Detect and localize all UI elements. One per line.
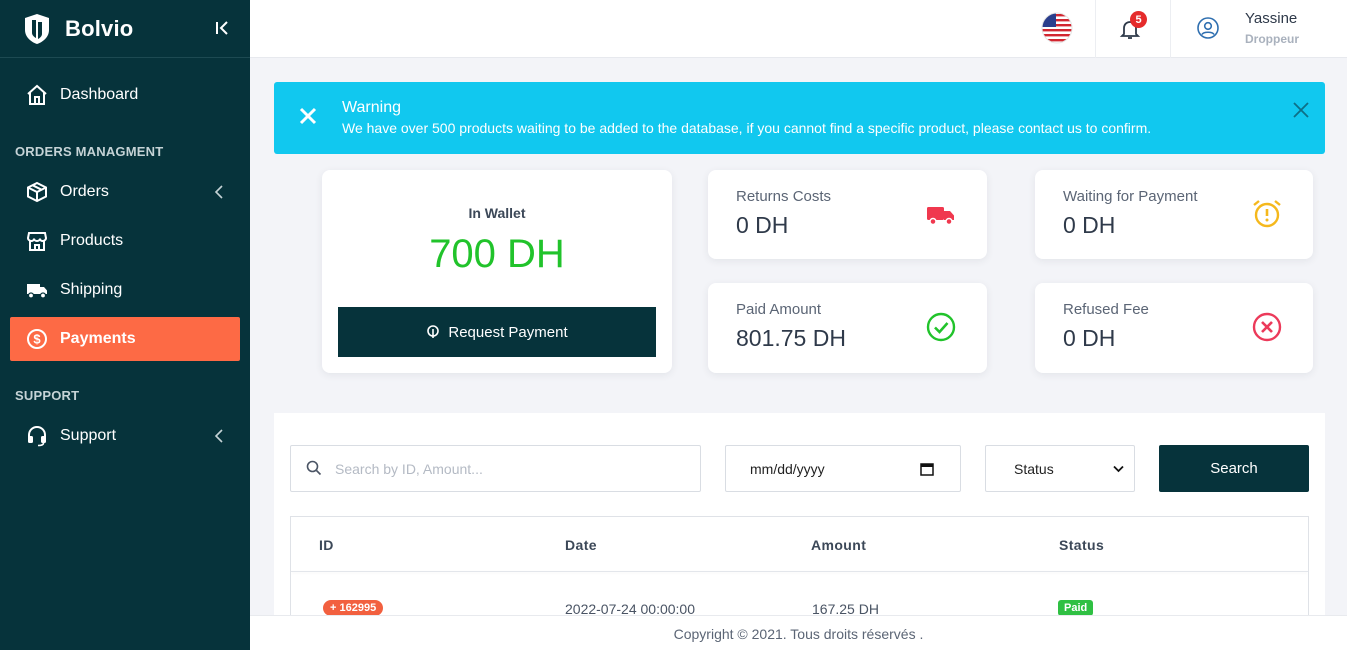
sidebar-item-shipping[interactable]: Shipping bbox=[10, 268, 240, 312]
section-title-support: SUPPORT bbox=[15, 388, 80, 403]
column-header-date[interactable]: Date bbox=[565, 537, 597, 553]
stat-value: 0 DH bbox=[736, 212, 789, 238]
stat-label: Waiting for Payment bbox=[1063, 188, 1198, 205]
chevron-left-icon bbox=[214, 429, 223, 443]
status-selected: Status bbox=[1014, 460, 1054, 477]
close-icon[interactable] bbox=[1291, 100, 1311, 120]
sidebar-item-orders[interactable]: Orders bbox=[10, 170, 240, 214]
request-payment-label: Request Payment bbox=[448, 323, 568, 341]
wallet-card: In Wallet 700 DH Request Payment bbox=[322, 170, 672, 373]
column-header-id[interactable]: ID bbox=[319, 537, 334, 553]
search-button[interactable]: Search bbox=[1159, 445, 1309, 492]
header-divider bbox=[291, 571, 1308, 572]
check-circle-icon bbox=[926, 312, 956, 342]
close-x-icon bbox=[299, 107, 317, 125]
search-box bbox=[290, 445, 701, 492]
alert-message: We have over 500 products waiting to be … bbox=[342, 120, 1152, 136]
copyright-text: Copyright © 2021. Tous droits réservés . bbox=[673, 626, 924, 642]
column-header-amount[interactable]: Amount bbox=[811, 537, 866, 553]
sidebar-item-payments[interactable]: $ Payments bbox=[10, 317, 240, 361]
svg-text:$: $ bbox=[33, 332, 41, 347]
payment-icon bbox=[427, 325, 440, 338]
user-icon[interactable] bbox=[1196, 16, 1220, 40]
chevron-down-icon bbox=[1113, 465, 1124, 473]
box-icon bbox=[26, 181, 48, 203]
sidebar: Bolvio Dashboard ORDERS MANAGMENT Orders… bbox=[0, 0, 250, 650]
search-icon bbox=[306, 460, 322, 476]
stat-value: 0 DH bbox=[1063, 325, 1116, 351]
stat-value: 0 DH bbox=[1063, 212, 1116, 238]
user-role: Droppeur bbox=[1245, 32, 1299, 46]
alert-title: Warning bbox=[342, 99, 401, 116]
stat-label: Refused Fee bbox=[1063, 301, 1149, 318]
headset-icon bbox=[26, 425, 48, 447]
collapse-sidebar-icon[interactable] bbox=[214, 19, 230, 37]
x-circle-icon bbox=[1252, 312, 1282, 342]
wallet-amount: 700 DH bbox=[429, 232, 565, 276]
sidebar-item-products[interactable]: Products bbox=[10, 219, 240, 263]
search-input[interactable] bbox=[335, 446, 695, 491]
sidebar-item-label: Products bbox=[60, 232, 124, 249]
wallet-label: In Wallet bbox=[468, 205, 526, 221]
brand: Bolvio bbox=[0, 0, 250, 58]
user-name: Yassine bbox=[1245, 10, 1298, 27]
waiting-payment-card: Waiting for Payment 0 DH bbox=[1035, 170, 1313, 259]
us-flag-icon[interactable] bbox=[1041, 12, 1073, 44]
dollar-icon: $ bbox=[26, 328, 48, 350]
footer: Copyright © 2021. Tous droits réservés . bbox=[250, 615, 1347, 650]
section-title-orders: ORDERS MANAGMENT bbox=[15, 144, 164, 159]
truck-icon bbox=[927, 207, 954, 226]
stat-label: Returns Costs bbox=[736, 188, 832, 205]
brand-name: Bolvio bbox=[65, 15, 134, 41]
stat-value: 801.75 DH bbox=[736, 325, 846, 351]
status-badge: Paid bbox=[1058, 600, 1094, 616]
topbar: 5 Yassine Droppeur bbox=[250, 0, 1347, 58]
column-header-status[interactable]: Status bbox=[1059, 537, 1104, 553]
home-icon bbox=[26, 84, 48, 106]
sidebar-item-label: Dashboard bbox=[60, 86, 139, 103]
topbar-divider bbox=[1170, 0, 1171, 58]
sidebar-item-label: Support bbox=[60, 427, 117, 444]
request-payment-button[interactable]: Request Payment bbox=[338, 307, 656, 357]
truck-icon bbox=[26, 279, 48, 301]
paid-amount-card: Paid Amount 801.75 DH bbox=[708, 283, 987, 373]
sidebar-item-dashboard[interactable]: Dashboard bbox=[10, 73, 240, 117]
notification-badge: 5 bbox=[1130, 11, 1147, 28]
refused-fee-card: Refused Fee 0 DH bbox=[1035, 283, 1313, 373]
sidebar-item-support[interactable]: Support bbox=[10, 414, 240, 458]
sidebar-item-label: Orders bbox=[60, 183, 109, 200]
alarm-clock-icon bbox=[1253, 200, 1281, 228]
date-input[interactable]: mm/dd/yyyy bbox=[725, 445, 961, 492]
shield-logo-icon bbox=[25, 13, 49, 44]
topbar-divider bbox=[1095, 0, 1096, 58]
id-badge[interactable]: + 162995 bbox=[323, 600, 384, 616]
returns-costs-card: Returns Costs 0 DH bbox=[708, 170, 987, 259]
status-select[interactable]: Status bbox=[985, 445, 1135, 492]
warning-alert: Warning We have over 500 products waitin… bbox=[274, 82, 1325, 154]
store-icon bbox=[26, 230, 48, 252]
sidebar-item-label: Shipping bbox=[60, 281, 123, 298]
calendar-icon bbox=[920, 463, 934, 476]
chevron-left-icon bbox=[214, 185, 223, 199]
sidebar-item-label: Payments bbox=[60, 330, 136, 347]
date-placeholder: mm/dd/yyyy bbox=[750, 460, 825, 477]
stat-label: Paid Amount bbox=[736, 301, 822, 318]
